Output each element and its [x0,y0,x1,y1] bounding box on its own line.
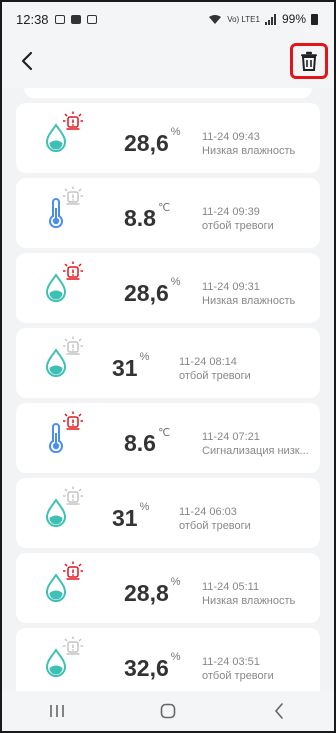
alarm-active-icon [62,561,84,581]
alarm-active-icon [62,111,84,131]
value-unit: % [170,651,181,663]
record-value: 28,8% [124,576,181,607]
record-card[interactable]: 8.6 ℃ 11-24 07:21 Сигнализация низк... [16,403,320,473]
record-meta: 11-24 09:39 отбой тревоги [202,205,312,233]
record-meta: 11-24 06:03 отбой тревоги [179,505,309,533]
value-unit: % [170,576,181,588]
record-card[interactable]: 8.8 ℃ 11-24 09:39 отбой тревоги [16,178,320,248]
record-status: отбой тревоги [202,670,274,682]
back-button[interactable] [12,46,42,76]
record-datetime: 11-24 09:31 [202,281,260,293]
delete-button[interactable] [290,43,328,79]
record-value: 31% [112,501,149,532]
lock-icon [86,14,97,24]
value-number: 28,6 [124,280,169,306]
trash-icon [301,51,317,71]
record-value: 8.8 ℃ [124,202,171,232]
alarm-active-icon [62,261,84,281]
record-datetime: 11-24 07:21 [202,431,260,443]
value-unit: % [139,501,150,513]
record-value: 28,6% [124,126,181,157]
status-time: 12:38 [16,11,49,27]
system-nav-bar [2,691,334,731]
previous-card-edge [24,88,312,98]
record-datetime: 11-24 08:14 [179,356,237,368]
record-datetime: 11-24 06:03 [179,506,237,518]
recent-apps-icon [50,705,65,717]
record-datetime: 11-24 05:11 [202,581,260,593]
record-card[interactable]: 32,6% 11-24 03:51 отбой тревоги [16,628,320,698]
network-label: Vo) LTE1 [227,14,260,24]
home-button[interactable] [148,696,188,726]
record-meta: 11-24 05:11 Низкая влажность [202,580,312,608]
alarm-active-icon [62,411,84,431]
record-value: 8.6 ℃ [124,427,171,457]
wifi-icon [209,14,222,24]
status-bar: 12:38 Vo) LTE1 99% [2,2,334,36]
record-status: Низкая влажность [202,145,296,157]
record-value: 32,6% [124,651,181,682]
record-status: отбой тревоги [179,370,251,382]
value-number: 8.8 [124,205,156,231]
signal-icon [264,13,276,25]
alarm-inactive-icon [62,636,84,656]
record-value: 31% [112,351,149,382]
back-arrow-icon [21,51,33,71]
record-meta: 11-24 08:14 отбой тревоги [179,355,309,383]
record-card[interactable]: 31% 11-24 08:14 отбой тревоги [16,328,320,398]
system-back-icon [274,703,283,719]
record-datetime: 11-24 03:51 [202,656,260,668]
value-unit: % [170,276,181,288]
value-number: 28,8 [124,580,169,606]
gallery-icon [70,14,81,24]
history-list: 28,6% 11-24 09:43 Низкая влажность 8.8 ℃ 11-2… [2,88,334,703]
app-header [2,36,334,88]
value-unit: ℃ [157,427,171,439]
record-card[interactable]: 28,8% 11-24 05:11 Низкая влажность [16,553,320,623]
alarm-inactive-icon [62,186,84,206]
record-meta: 11-24 09:31 Низкая влажность [202,280,312,308]
record-status: отбой тревоги [179,520,251,532]
alarm-inactive-icon [62,336,84,356]
value-unit: % [139,351,150,363]
record-datetime: 11-24 09:39 [202,206,260,218]
value-number: 31 [112,355,138,381]
system-back-button[interactable] [259,696,299,726]
value-number: 28,6 [124,130,169,156]
value-number: 8.6 [124,430,156,456]
home-icon [160,703,176,719]
alarm-inactive-icon [62,486,84,506]
record-datetime: 11-24 09:43 [202,131,260,143]
battery-icon [311,13,318,25]
record-status: отбой тревоги [202,220,274,232]
value-unit: % [170,126,181,138]
record-meta: 11-24 07:21 Сигнализация низк... [202,430,312,458]
record-status: Низкая влажность [202,595,296,607]
record-status: Сигнализация низк... [202,445,309,457]
record-meta: 11-24 03:51 отбой тревоги [202,655,312,683]
record-status: Низкая влажность [202,295,296,307]
value-number: 31 [112,505,138,531]
record-card[interactable]: 28,6% 11-24 09:31 Низкая влажность [16,253,320,323]
recent-apps-button[interactable] [37,696,77,726]
record-value: 28,6% [124,276,181,307]
value-unit: ℃ [157,202,171,214]
app-screen: 12:38 Vo) LTE1 99% 28,6 % 11-24 09:43 Ни… [0,0,336,733]
battery-percent: 99% [281,12,306,26]
value-number: 32,6 [124,655,169,681]
record-card[interactable]: 28,6% 11-24 09:43 Низкая влажность [16,103,320,173]
screenshot-icon [54,14,65,24]
record-meta: 11-24 09:43 Низкая влажность [202,130,312,158]
record-card[interactable]: 31% 11-24 06:03 отбой тревоги [16,478,320,548]
